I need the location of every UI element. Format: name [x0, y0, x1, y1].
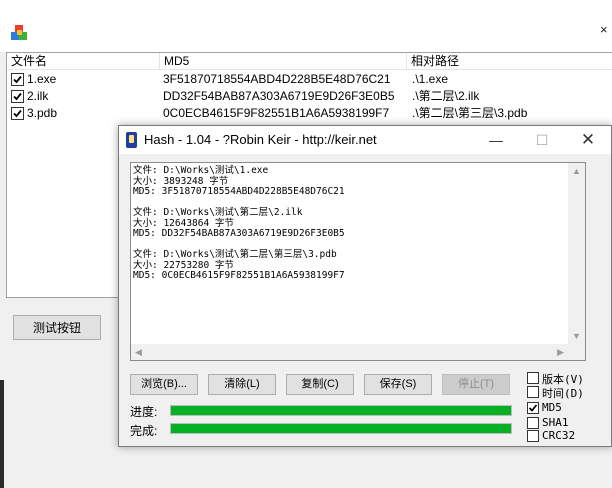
window-title: Hash - 1.04 - ?Robin Keir - http://keir.… — [144, 132, 377, 147]
option-label: MD5 — [542, 401, 562, 414]
minimize-icon[interactable]: — — [473, 126, 519, 154]
browse-button[interactable]: 浏览(B)... — [130, 374, 198, 395]
path-cell: .\第二层\2.ilk — [412, 89, 480, 103]
checkbox-box[interactable] — [527, 386, 539, 398]
option-label: CRC32 — [542, 429, 576, 442]
md5-cell: DD32F54BAB87A303A6719E9D26F3E0B5 — [163, 89, 395, 103]
hash-dialog: Hash - 1.04 - ?Robin Keir - http://keir.… — [118, 125, 612, 447]
checkbox-box[interactable] — [527, 417, 539, 429]
column-header-filename[interactable]: 文件名 — [7, 53, 160, 70]
test-button[interactable]: 测试按钮 — [13, 315, 101, 340]
maximize-icon[interactable]: ☐ — [519, 126, 565, 154]
hash-app-icon — [126, 132, 137, 148]
file-name-cell: 1.exe — [27, 72, 57, 86]
checkbox-box[interactable] — [527, 372, 539, 384]
background-window-edge — [0, 380, 4, 488]
hash-titlebar[interactable]: Hash - 1.04 - ?Robin Keir - http://keir.… — [119, 126, 611, 154]
option-label: SHA1 — [542, 416, 569, 429]
close-icon[interactable]: ✕ — [565, 126, 611, 154]
hash-output-text: 文件: D:\Works\测试\1.exe 大小: 3893248 字节 MD5… — [133, 165, 345, 281]
md5-cell: 0C0ECB4615F9F82551B1A6A5938199F7 — [163, 106, 390, 120]
scroll-right-icon[interactable]: ▶ — [557, 347, 564, 357]
colored-boxes-icon — [11, 25, 27, 40]
path-cell: .\第二层\第三层\3.pdb — [412, 106, 528, 120]
horizontal-scrollbar[interactable]: ◀ ▶ — [131, 344, 568, 360]
close-icon[interactable]: × — [600, 22, 608, 37]
scroll-left-icon[interactable]: ◀ — [135, 347, 142, 357]
hash-output-textarea[interactable]: 文件: D:\Works\测试\1.exe 大小: 3893248 字节 MD5… — [130, 162, 586, 361]
md5-cell: 3F51870718554ABD4D228B5E48D76C21 — [163, 72, 391, 86]
stop-button[interactable]: 停止(T) — [442, 374, 510, 395]
main-titlebar: × — [0, 0, 612, 52]
progress-bar-fill — [171, 406, 511, 415]
checkbox-box[interactable] — [527, 402, 539, 414]
copy-button[interactable]: 复制(C) — [286, 374, 354, 395]
vertical-scrollbar[interactable]: ▲ ▼ — [568, 163, 585, 345]
save-button[interactable]: 保存(S) — [364, 374, 432, 395]
row-checkbox[interactable] — [11, 107, 24, 120]
complete-label: 完成: — [130, 424, 158, 438]
scroll-down-icon[interactable]: ▼ — [572, 331, 581, 341]
path-cell: .\1.exe — [412, 72, 449, 86]
file-name-cell: 2.ilk — [27, 89, 49, 103]
clear-button[interactable]: 清除(L) — [208, 374, 276, 395]
column-header-path[interactable]: 相对路径 — [407, 53, 612, 70]
complete-bar-fill — [171, 424, 511, 433]
progress-bar — [170, 405, 512, 416]
table-row[interactable]: 2.ilk DD32F54BAB87A303A6719E9D26F3E0B5 .… — [7, 88, 612, 105]
checkbox-box[interactable] — [527, 430, 539, 442]
complete-bar — [170, 423, 512, 434]
list-header: 文件名 MD5 相对路径 — [7, 53, 612, 70]
column-header-md5[interactable]: MD5 — [160, 53, 407, 70]
scroll-up-icon[interactable]: ▲ — [572, 166, 581, 176]
row-checkbox[interactable] — [11, 73, 24, 86]
table-row[interactable]: 3.pdb 0C0ECB4615F9F82551B1A6A5938199F7 .… — [7, 105, 612, 122]
row-checkbox[interactable] — [11, 90, 24, 103]
scroll-corner — [568, 344, 585, 360]
file-name-cell: 3.pdb — [27, 106, 58, 120]
progress-label: 进度: — [130, 405, 158, 419]
table-row[interactable]: 1.exe 3F51870718554ABD4D228B5E48D76C21 .… — [7, 71, 612, 88]
option-label: 时间(D) — [542, 387, 584, 400]
